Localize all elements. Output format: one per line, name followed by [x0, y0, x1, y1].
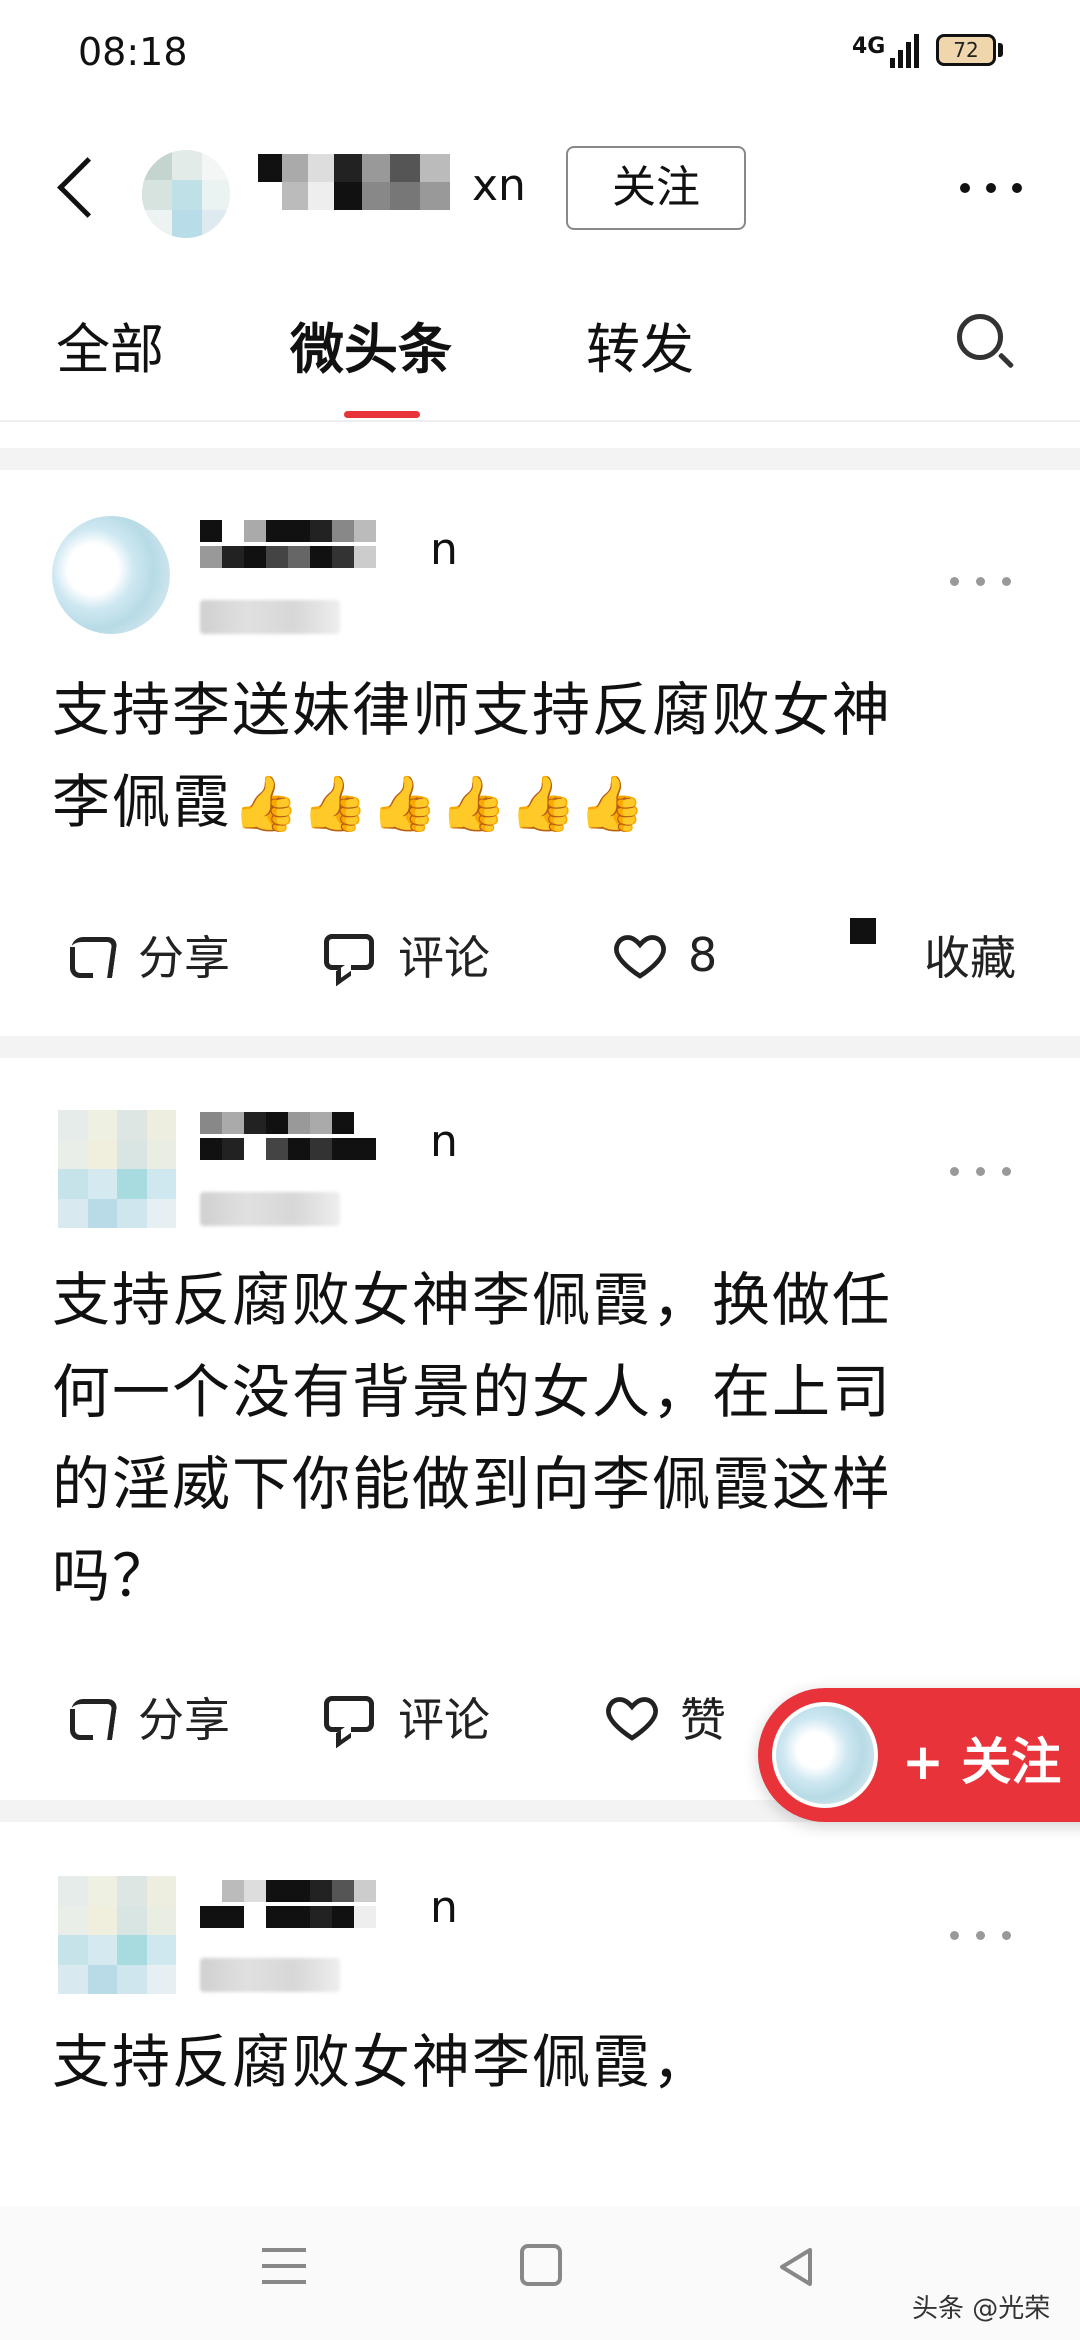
share-icon	[62, 1689, 118, 1745]
comment-label: 评论	[398, 931, 490, 985]
floating-follow-avatar	[772, 1702, 878, 1808]
follow-button[interactable]: 关注	[566, 146, 746, 230]
post-timestamp-blurred	[200, 1958, 340, 1992]
profile-avatar[interactable]	[142, 150, 230, 238]
post-text-line2: 李佩霞	[52, 768, 233, 836]
post-more-icon[interactable]	[946, 562, 1016, 602]
post-text-line: 支持李送妹律师支持反腐败女神	[52, 676, 893, 744]
battery-level: 72	[953, 38, 979, 62]
comment-icon	[322, 1692, 378, 1742]
post-more-icon[interactable]	[946, 1916, 1016, 1956]
thumbs-up-emojis: 👍👍👍👍👍👍	[232, 772, 648, 835]
collect-label: 收藏	[924, 931, 1016, 985]
post-timestamp-blurred	[200, 600, 340, 634]
heart-icon	[614, 935, 666, 979]
post-username-blurred-row2	[200, 1138, 376, 1198]
post-username-suffix: n	[430, 1116, 458, 1167]
tab-active-indicator	[344, 411, 420, 418]
comment-label: 评论	[398, 1693, 490, 1747]
post-username-suffix: n	[430, 524, 458, 575]
post-text-line: 的淫威下你能做到向李佩霞这样	[52, 1450, 893, 1518]
post-timestamp-blurred	[200, 1192, 340, 1226]
tab-reposts[interactable]: 转发	[586, 305, 694, 384]
back-arrow-icon[interactable]	[52, 152, 102, 222]
like-button[interactable]: 赞	[604, 1682, 726, 1752]
collect-button[interactable]: 收藏	[924, 920, 1016, 990]
profile-username-blurred-row2	[258, 182, 450, 210]
post-text-line: 吗？	[52, 1542, 173, 1610]
like-label: 赞	[680, 1693, 726, 1747]
profile-username-suffix: xn	[472, 160, 526, 211]
back-triangle-icon[interactable]	[774, 2244, 820, 2290]
heart-icon	[606, 1697, 658, 1741]
network-indicator: 4G	[852, 34, 886, 59]
floating-follow-label[interactable]: + 关注	[902, 1722, 1061, 1794]
post-avatar[interactable]	[52, 516, 170, 634]
share-label: 分享	[138, 1693, 230, 1747]
tab-all[interactable]: 全部	[56, 305, 164, 384]
battery-tip	[998, 43, 1003, 57]
post-text-line: 支持反腐败女神李佩霞，换做任	[52, 1266, 893, 1334]
signal-icon	[890, 34, 920, 68]
share-label: 分享	[138, 931, 230, 985]
share-button[interactable]: 分享	[62, 1682, 230, 1752]
section-gap	[0, 448, 1080, 470]
tab-micro-headlines[interactable]: 微头条	[290, 305, 452, 384]
watermark-text: 头条 @光荣	[912, 2294, 1051, 2324]
section-gap	[0, 1036, 1080, 1058]
like-button[interactable]: 8	[612, 920, 717, 990]
share-icon	[62, 927, 118, 983]
more-options-icon[interactable]	[956, 168, 1026, 208]
post-avatar[interactable]	[58, 1876, 176, 1994]
comment-icon	[322, 930, 378, 980]
share-button[interactable]: 分享	[62, 920, 230, 990]
post-more-icon[interactable]	[946, 1152, 1016, 1192]
comment-button[interactable]: 评论	[322, 920, 490, 990]
post-text-line: 李佩霞👍👍👍👍👍👍	[52, 756, 647, 850]
post-text-line: 支持反腐败女神李佩霞，	[52, 2028, 713, 2096]
like-count: 8	[688, 928, 718, 982]
post-username-blurred-row2	[200, 546, 376, 606]
status-time: 08:18	[78, 30, 188, 74]
post-text-line: 何一个没有背景的女人，在上司	[52, 1358, 893, 1426]
collect-icon-blurred	[850, 918, 876, 944]
post-username-suffix: n	[430, 1882, 458, 1933]
recent-apps-icon[interactable]	[262, 2244, 306, 2288]
home-icon[interactable]	[520, 2244, 562, 2286]
comment-button[interactable]: 评论	[322, 1682, 490, 1752]
post-avatar[interactable]	[58, 1110, 176, 1228]
post-username-blurred-row2	[200, 1906, 376, 1966]
tab-divider	[0, 420, 1080, 422]
search-icon[interactable]	[955, 312, 1017, 374]
